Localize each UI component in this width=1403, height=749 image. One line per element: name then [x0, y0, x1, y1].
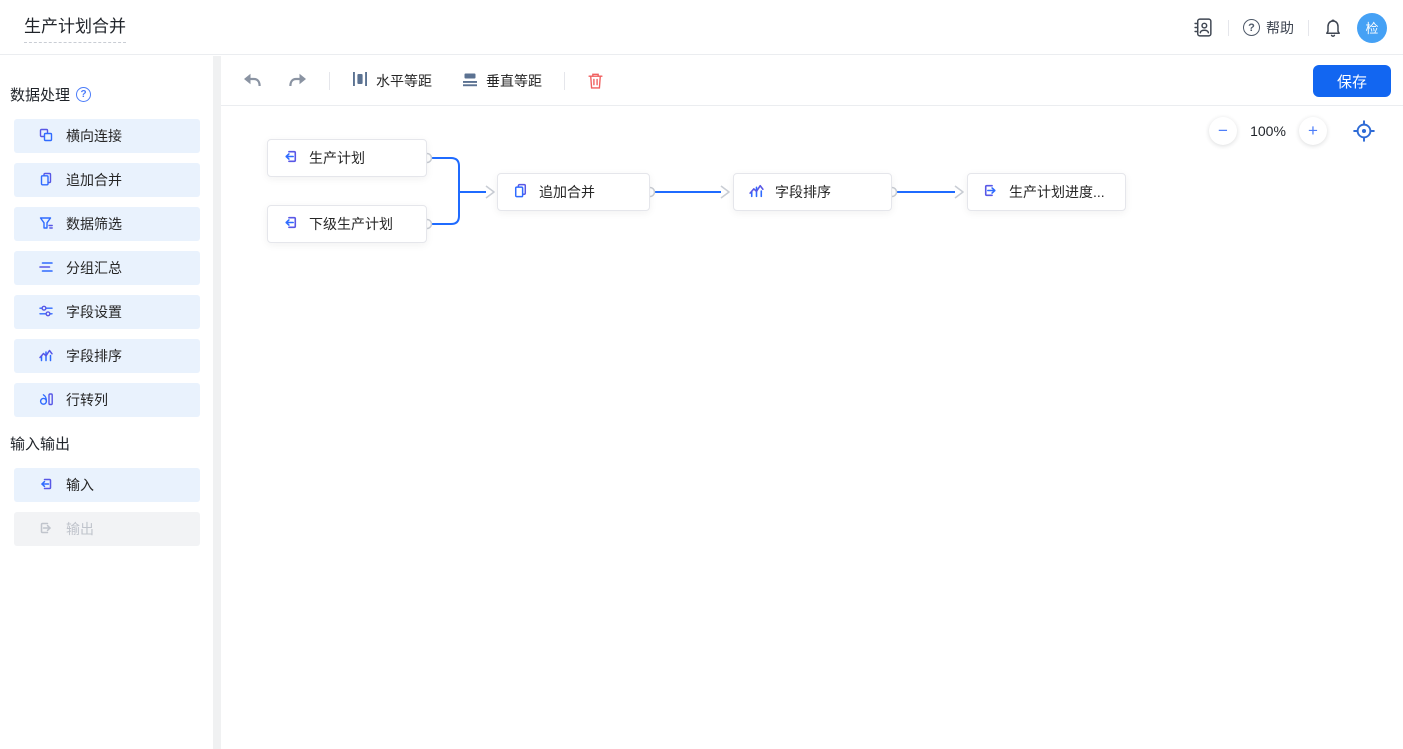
input-icon	[282, 214, 299, 234]
field-sort-icon	[38, 347, 54, 366]
sidebar-item-label: 输入	[66, 475, 94, 495]
zoom-controls: − 100% +	[1209, 117, 1376, 145]
locate-icon[interactable]	[1352, 119, 1376, 143]
sidebar-item-label: 分组汇总	[66, 258, 122, 278]
append-merge-icon	[512, 182, 529, 202]
help-icon: ?	[1243, 19, 1260, 36]
sidebar-item-label: 字段排序	[66, 346, 122, 366]
app-window: 生产计划合并 ? 帮助	[0, 0, 1403, 749]
help-button[interactable]: ? 帮助	[1243, 18, 1294, 38]
help-label: 帮助	[1266, 18, 1294, 38]
group-summary-icon	[38, 259, 54, 278]
sidebar-item-field-sort[interactable]: 字段排序	[14, 339, 200, 373]
header-actions: ? 帮助 检	[1193, 0, 1387, 55]
redo-icon[interactable]	[288, 73, 307, 88]
body: 数据处理 ? 横向连接 追加	[0, 56, 1403, 749]
top-header: 生产计划合并 ? 帮助	[0, 0, 1403, 55]
sidebar-item-label: 数据筛选	[66, 214, 122, 234]
node-label: 生产计划	[309, 148, 365, 168]
undo-icon[interactable]	[243, 73, 262, 88]
zoom-out-button[interactable]: −	[1209, 117, 1237, 145]
sidebar-item-output: 输出	[14, 512, 200, 546]
append-merge-icon	[38, 171, 54, 190]
page-title[interactable]: 生产计划合并	[24, 12, 126, 43]
node-label: 下级生产计划	[309, 214, 393, 234]
header-divider	[1308, 20, 1309, 36]
header-divider	[1228, 20, 1229, 36]
toolbar-divider	[329, 72, 330, 90]
toolbar-divider	[564, 72, 565, 90]
distribute-horizontal-label: 水平等距	[376, 71, 432, 91]
flow-node-input-2[interactable]: 下级生产计划	[267, 205, 427, 243]
field-settings-icon	[38, 303, 54, 322]
zoom-in-button[interactable]: +	[1299, 117, 1327, 145]
io-section-title: 输入输出	[10, 433, 200, 454]
flow-node-output[interactable]: 生产计划进度...	[967, 173, 1126, 211]
avatar[interactable]: 检	[1357, 13, 1387, 43]
input-icon	[282, 148, 299, 168]
section-help-icon[interactable]: ?	[76, 87, 91, 102]
filter-icon	[38, 215, 54, 234]
distribute-horizontal-icon	[352, 71, 368, 90]
delete-icon[interactable]	[587, 72, 604, 90]
save-button[interactable]: 保存	[1313, 65, 1391, 97]
sidebar-item-label: 字段设置	[66, 302, 122, 322]
data-process-label: 数据处理	[10, 84, 70, 105]
sidebar-item-label: 横向连接	[66, 126, 122, 146]
canvas-toolbar: 水平等距 垂直等距	[221, 56, 1403, 106]
flow-node-field-sort[interactable]: 字段排序	[733, 173, 892, 211]
distribute-horizontal-button[interactable]: 水平等距	[352, 71, 432, 91]
input-icon	[38, 476, 54, 495]
distribute-vertical-icon	[462, 71, 478, 90]
node-label: 字段排序	[775, 182, 831, 202]
field-sort-icon	[748, 182, 765, 202]
sidebar-item-label: 输出	[66, 519, 94, 539]
horizontal-join-icon	[38, 127, 54, 146]
sidebar: 数据处理 ? 横向连接 追加	[0, 56, 213, 749]
sidebar-item-horizontal-join[interactable]: 横向连接	[14, 119, 200, 153]
output-icon	[982, 182, 999, 202]
data-process-section-title: 数据处理 ?	[10, 84, 200, 105]
main-area: 水平等距 垂直等距	[221, 56, 1403, 749]
bell-icon[interactable]	[1323, 18, 1343, 38]
output-icon	[38, 520, 54, 539]
sidebar-item-data-filter[interactable]: 数据筛选	[14, 207, 200, 241]
flow-node-input-1[interactable]: 生产计划	[267, 139, 427, 177]
row-to-column-icon	[38, 391, 54, 410]
distribute-vertical-button[interactable]: 垂直等距	[462, 71, 542, 91]
sidebar-item-row-to-column[interactable]: 行转列	[14, 383, 200, 417]
flow-canvas[interactable]: 生产计划 下级生产计划	[221, 106, 1403, 749]
sidebar-item-input[interactable]: 输入	[14, 468, 200, 502]
zoom-level: 100%	[1237, 123, 1299, 139]
sidebar-item-group-summary[interactable]: 分组汇总	[14, 251, 200, 285]
sidebar-item-label: 行转列	[66, 390, 108, 410]
sidebar-item-append-merge[interactable]: 追加合并	[14, 163, 200, 197]
sidebar-item-label: 追加合并	[66, 170, 122, 190]
contacts-icon[interactable]	[1193, 17, 1214, 38]
flow-node-append-merge[interactable]: 追加合并	[497, 173, 650, 211]
node-label: 生产计划进度...	[1009, 182, 1105, 202]
node-label: 追加合并	[539, 182, 595, 202]
sidebar-main-divider	[213, 56, 221, 749]
distribute-vertical-label: 垂直等距	[486, 71, 542, 91]
sidebar-item-field-settings[interactable]: 字段设置	[14, 295, 200, 329]
